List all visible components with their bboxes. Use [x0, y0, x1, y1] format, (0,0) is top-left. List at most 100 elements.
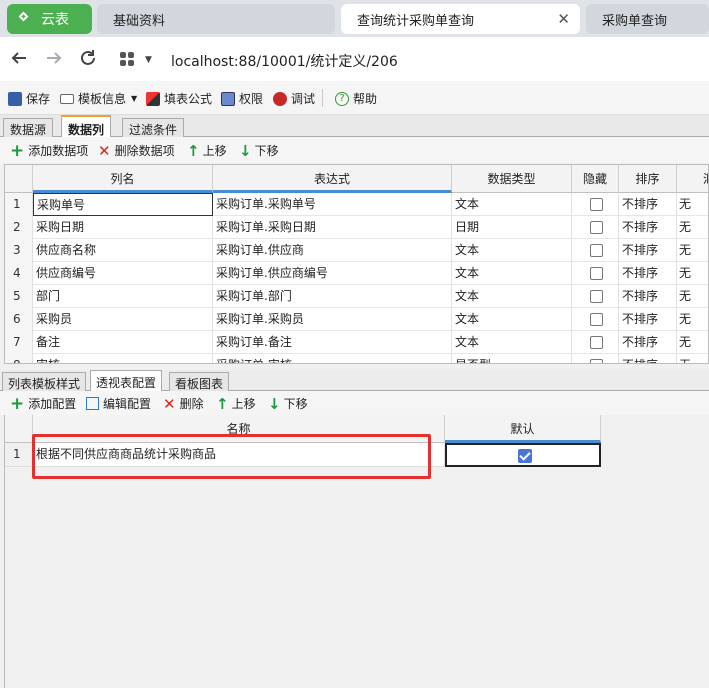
cell-expression[interactable]: 采购订单.供应商编号	[213, 262, 452, 285]
column-header-datatype[interactable]: 数据类型	[452, 165, 572, 193]
cell-hidden[interactable]	[572, 285, 619, 308]
add-config-button[interactable]: + 添加配置	[10, 395, 76, 412]
cell-expression[interactable]: 采购订单.审核	[213, 354, 452, 363]
tab-purchase-order-query[interactable]: 采购单查询	[586, 4, 709, 34]
cell-aggregate[interactable]: 无	[677, 308, 708, 331]
forward-icon[interactable]	[44, 49, 64, 69]
move-up-button[interactable]: ↑ 上移	[216, 395, 256, 412]
cell-config-name[interactable]: 根据不同供应商商品统计采购商品	[33, 443, 445, 467]
add-data-item-button[interactable]: + 添加数据项	[10, 142, 88, 159]
cell-name[interactable]: 供应商名称	[33, 239, 213, 262]
cell-aggregate[interactable]: 无	[677, 193, 708, 216]
close-icon[interactable]: ✕	[557, 10, 570, 28]
cell-expression[interactable]: 采购订单.部门	[213, 285, 452, 308]
tab-data-columns[interactable]: 数据列	[61, 115, 112, 138]
move-down-button[interactable]: ↓ 下移	[268, 395, 308, 412]
hidden-checkbox[interactable]	[590, 359, 603, 363]
save-button[interactable]: 保存	[8, 90, 50, 107]
table-row[interactable]: 5 部门 采购订单.部门 文本 不排序 无	[5, 285, 708, 308]
column-header-sort[interactable]: 排序	[619, 165, 677, 193]
hidden-checkbox[interactable]	[590, 244, 603, 257]
cell-datatype[interactable]: 日期	[452, 216, 572, 239]
tab-list-template-style[interactable]: 列表模板样式	[2, 372, 87, 391]
cell-default[interactable]	[445, 443, 601, 467]
tab-dashboard-chart[interactable]: 看板图表	[169, 372, 230, 391]
cell-aggregate[interactable]: 无	[677, 216, 708, 239]
back-icon[interactable]	[9, 49, 29, 69]
hidden-checkbox[interactable]	[590, 290, 603, 303]
cell-sort[interactable]: 不排序	[619, 308, 677, 331]
column-header-hidden[interactable]: 隐藏	[572, 165, 619, 193]
cell-name[interactable]: 部门	[33, 285, 213, 308]
cell-hidden[interactable]	[572, 193, 619, 216]
template-info-button[interactable]: 模板信息 ▼	[60, 90, 137, 107]
table-row[interactable]: 7 备注 采购订单.备注 文本 不排序 无	[5, 331, 708, 354]
cell-aggregate[interactable]: 无	[677, 285, 708, 308]
move-down-button[interactable]: ↓ 下移	[239, 142, 279, 159]
table-row[interactable]: 2 采购日期 采购订单.采购日期 日期 不排序 无	[5, 216, 708, 239]
cell-hidden[interactable]	[572, 262, 619, 285]
tab-filter-conditions[interactable]: 过滤条件	[122, 118, 185, 138]
cell-sort[interactable]: 不排序	[619, 331, 677, 354]
permission-button[interactable]: 权限	[221, 90, 263, 107]
edit-config-button[interactable]: 编辑配置	[86, 395, 151, 412]
apps-menu-icon[interactable]	[120, 52, 136, 68]
cell-expression[interactable]: 采购订单.备注	[213, 331, 452, 354]
cell-aggregate[interactable]: 无	[677, 331, 708, 354]
column-header-default[interactable]: 默认	[445, 415, 601, 443]
cell-sort[interactable]: 不排序	[619, 262, 677, 285]
tab-purchase-stat-query[interactable]: 查询统计采购单查询 ✕	[341, 4, 580, 34]
hidden-checkbox[interactable]	[590, 336, 603, 349]
cell-name[interactable]: 供应商编号	[33, 262, 213, 285]
cell-expression[interactable]: 采购订单.采购单号	[213, 193, 452, 216]
column-header-name[interactable]: 名称	[33, 415, 445, 443]
fill-formula-button[interactable]: 填表公式	[146, 90, 212, 107]
cell-sort[interactable]: 不排序	[619, 193, 677, 216]
cell-name[interactable]: 备注	[33, 331, 213, 354]
cell-aggregate[interactable]: 无	[677, 239, 708, 262]
table-row[interactable]: 8 审核 采购订单.审核 是否型 不排序 无	[5, 354, 708, 363]
url-text[interactable]: localhost:88/10001/统计定义/206	[171, 51, 398, 71]
column-header-expression[interactable]: 表达式	[213, 165, 452, 193]
hidden-checkbox[interactable]	[590, 267, 603, 280]
cell-hidden[interactable]	[572, 354, 619, 363]
cell-expression[interactable]: 采购订单.采购日期	[213, 216, 452, 239]
cell-datatype[interactable]: 文本	[452, 239, 572, 262]
cell-sort[interactable]: 不排序	[619, 216, 677, 239]
default-checkbox[interactable]	[517, 449, 532, 463]
cell-hidden[interactable]	[572, 216, 619, 239]
cell-hidden[interactable]	[572, 308, 619, 331]
cell-aggregate[interactable]: 无	[677, 262, 708, 285]
hidden-checkbox[interactable]	[590, 198, 603, 211]
tab-data-source[interactable]: 数据源	[3, 118, 54, 138]
table-row[interactable]: 1 采购单号 采购订单.采购单号 文本 不排序 无	[5, 193, 708, 216]
cell-name[interactable]: 采购日期	[33, 216, 213, 239]
reload-icon[interactable]	[78, 49, 98, 69]
apps-dropdown-icon[interactable]: ▼	[145, 55, 152, 65]
help-button[interactable]: ? 帮助	[335, 90, 377, 107]
cell-expression[interactable]: 采购订单.采购员	[213, 308, 452, 331]
cell-hidden[interactable]	[572, 239, 619, 262]
tab-basic-data[interactable]: 基础资料	[97, 4, 335, 34]
cell-name[interactable]: 采购单号	[33, 193, 213, 216]
brand-button[interactable]: 云表	[7, 4, 92, 34]
debug-button[interactable]: 调试	[273, 90, 315, 107]
table-row[interactable]: 4 供应商编号 采购订单.供应商编号 文本 不排序 无	[5, 262, 708, 285]
table-row[interactable]: 6 采购员 采购订单.采购员 文本 不排序 无	[5, 308, 708, 331]
cell-datatype[interactable]: 文本	[452, 193, 572, 216]
delete-config-button[interactable]: ✕ 删除	[163, 395, 204, 412]
table-row[interactable]: 3 供应商名称 采购订单.供应商 文本 不排序 无	[5, 239, 708, 262]
cell-datatype[interactable]: 文本	[452, 331, 572, 354]
cell-sort[interactable]: 不排序	[619, 354, 677, 363]
cell-aggregate[interactable]: 无	[677, 354, 708, 363]
cell-sort[interactable]: 不排序	[619, 239, 677, 262]
tab-pivot-config[interactable]: 透视表配置	[90, 370, 163, 392]
table-row[interactable]: 1 根据不同供应商商品统计采购商品	[5, 443, 601, 467]
cell-expression[interactable]: 采购订单.供应商	[213, 239, 452, 262]
cell-datatype[interactable]: 文本	[452, 308, 572, 331]
hidden-checkbox[interactable]	[590, 221, 603, 234]
cell-datatype[interactable]: 文本	[452, 262, 572, 285]
cell-name[interactable]: 审核	[33, 354, 213, 363]
cell-sort[interactable]: 不排序	[619, 285, 677, 308]
cell-name[interactable]: 采购员	[33, 308, 213, 331]
